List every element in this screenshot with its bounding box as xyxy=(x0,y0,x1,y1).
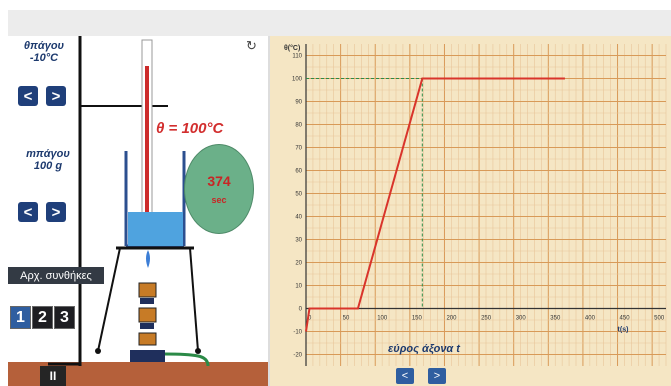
y-tick-label: 110 xyxy=(292,54,302,60)
timer-display: 374 sec xyxy=(184,144,254,234)
temperature-time-chart: 0 50 100 150 200 250 300 350 400 450 500-20-100102… xyxy=(284,44,667,366)
axis-range-next-button[interactable]: > xyxy=(428,368,446,384)
x-tick-label: 200 xyxy=(446,316,457,322)
y-tick-label: 90 xyxy=(295,100,302,106)
x-tick-label: 100 xyxy=(377,316,388,322)
temperature-readout: θ = 100°C xyxy=(156,120,224,137)
initial-conditions-label: Αρχ. συνθήκες xyxy=(8,267,104,284)
y-tick-label: 30 xyxy=(295,238,302,244)
ice-mass-value: 100 g xyxy=(33,160,63,172)
axis-range-label: εύρος άξονα t xyxy=(388,343,460,355)
ice-mass-increase-button[interactable]: > xyxy=(46,202,66,222)
x-tick-label: 50 xyxy=(343,316,350,322)
x-tick-label: 300 xyxy=(516,316,527,322)
x-tick-label: 350 xyxy=(550,316,561,322)
y-tick-label: 10 xyxy=(295,284,302,290)
y-axis-label: θ(°C) xyxy=(284,44,300,52)
x-tick-label: 250 xyxy=(481,316,492,322)
y-tick-label: 100 xyxy=(292,77,303,83)
x-tick-label: 400 xyxy=(585,316,596,322)
ice-mass-label: mπάγου 100 g xyxy=(18,148,78,172)
pause-button[interactable]: II xyxy=(40,366,66,386)
y-tick-label: -10 xyxy=(293,330,302,336)
ice-temp-label: θπάγου -10°C xyxy=(18,40,70,64)
preset-button-1[interactable]: 1 xyxy=(10,306,31,329)
ice-mass-decrease-button[interactable]: < xyxy=(18,202,38,222)
ice-mass-label-text: mπάγου xyxy=(26,148,70,160)
ice-temp-value: -10°C xyxy=(29,52,59,64)
ice-temp-label-text: θπάγου xyxy=(23,40,65,52)
preset-button-3[interactable]: 3 xyxy=(54,306,75,329)
y-tick-label: 50 xyxy=(295,192,302,198)
ice-temp-decrease-button[interactable]: < xyxy=(18,86,38,106)
y-tick-label: -20 xyxy=(293,353,302,359)
ice-temp-increase-button[interactable]: > xyxy=(46,86,66,106)
timer-unit: sec xyxy=(211,195,227,205)
y-tick-label: 70 xyxy=(295,146,302,152)
axis-range-prev-button[interactable]: < xyxy=(396,368,414,384)
x-tick-label: 450 xyxy=(620,316,631,322)
y-tick-label: 40 xyxy=(295,215,302,221)
toolbar-strip xyxy=(8,10,671,36)
preset-button-2[interactable]: 2 xyxy=(32,306,53,329)
y-tick-label: 60 xyxy=(295,169,302,175)
x-tick-label: 150 xyxy=(412,316,423,322)
y-tick-label: 80 xyxy=(295,123,302,129)
reset-icon[interactable]: ↻ xyxy=(246,38,257,54)
y-tick-label: 20 xyxy=(295,261,302,267)
y-tick-label: 0 xyxy=(299,307,303,313)
graph-panel: 0 50 100 150 200 250 300 350 400 450 500 -20 -10 0 10 2… xyxy=(270,36,671,386)
x-tick-label: 500 xyxy=(654,316,665,322)
x-axis-label: t(s) xyxy=(618,327,629,334)
simulation-panel: ↻ θπάγου -10°C < > mπάγου 100 g < > θ = … xyxy=(8,36,268,386)
timer-value: 374 xyxy=(207,173,231,189)
